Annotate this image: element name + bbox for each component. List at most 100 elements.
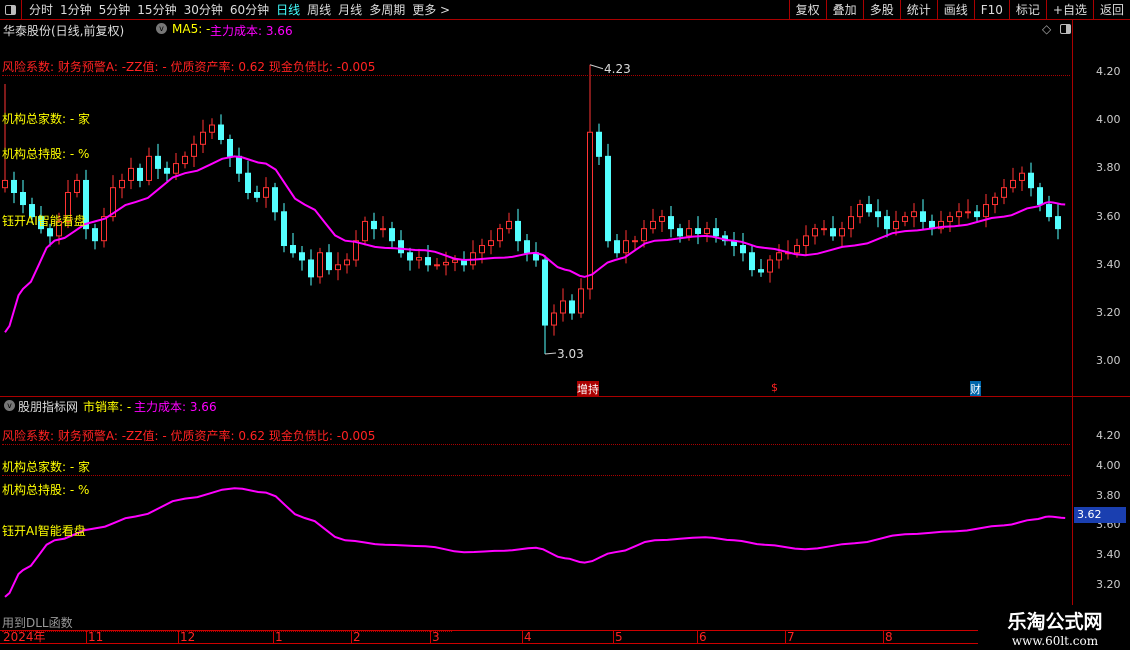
diamond-icon[interactable]: ◇	[1042, 22, 1051, 36]
candle-body	[857, 204, 863, 218]
candle-body	[191, 143, 197, 157]
candle-body	[407, 252, 413, 261]
candle-body	[218, 124, 224, 140]
candle-body	[596, 131, 602, 157]
candle-body	[488, 240, 494, 247]
candle-body	[506, 220, 512, 230]
candle-body	[668, 216, 674, 230]
candle-body	[992, 196, 998, 206]
pane-divider[interactable]	[0, 396, 1130, 397]
date-label: 7	[785, 630, 795, 644]
high-label: 4.23	[604, 62, 631, 76]
candle-body	[1001, 187, 1007, 198]
marker-dividend[interactable]: $	[771, 381, 778, 394]
candle-body	[281, 211, 287, 247]
candle-body	[362, 220, 368, 242]
date-label: 12	[178, 630, 196, 644]
candle-body	[947, 216, 953, 222]
candle-body	[911, 211, 917, 218]
chevron-down-icon[interactable]: v	[156, 23, 167, 34]
candle-body	[758, 269, 764, 273]
ma5-label: MA5: -	[172, 22, 211, 36]
candle-body	[830, 228, 836, 237]
candle-body	[398, 240, 404, 254]
axis-tick: 4.00	[1096, 458, 1121, 472]
candle-body	[650, 220, 656, 230]
risk-text: 风险系数: 财务预警A: -ZZ值: - 优质资产率: 0.62 现金负债比: …	[2, 58, 1070, 76]
candle-body	[254, 192, 260, 198]
candle-body	[920, 211, 926, 222]
candle-body	[614, 240, 620, 254]
chevron-down-icon[interactable]: v	[4, 400, 15, 411]
candle-body	[263, 187, 269, 198]
candle-body	[686, 228, 692, 237]
candle-body	[587, 131, 593, 290]
sub-cost-label: 主力成本: 3.66	[134, 400, 217, 414]
candle-body	[983, 204, 989, 218]
candle-body	[335, 264, 341, 271]
cost-label: 主力成本: 3.66	[210, 24, 293, 38]
candle-body	[47, 228, 53, 237]
candle-body	[839, 228, 845, 237]
marker-increase[interactable]: 增持	[577, 381, 599, 397]
price-axis-line	[1072, 20, 1073, 630]
candle-body	[119, 179, 125, 189]
kline-chart[interactable]	[0, 0, 1130, 650]
candle-body	[704, 228, 710, 234]
date-axis: 2024年 11 12 1 2 3 4 5 6 7 8	[0, 630, 978, 644]
candle-body	[479, 245, 485, 254]
candle-body	[632, 240, 638, 243]
candle-body	[551, 312, 557, 326]
candle-body	[290, 245, 296, 254]
axis-tick: 3.80	[1096, 488, 1121, 502]
marker-finance[interactable]: 财	[970, 381, 981, 397]
watermark-name: 乐淘公式网	[1007, 611, 1103, 633]
candle-body	[452, 259, 458, 263]
date-label: 11	[86, 630, 104, 644]
indicator-title[interactable]: 股朋指标网	[18, 398, 78, 415]
candle-body	[155, 155, 161, 169]
candle-body	[569, 300, 575, 314]
candle-body	[497, 228, 503, 242]
sub-ai-label[interactable]: 钰开AI智能看盘	[2, 522, 86, 539]
ps-label: 市销率: -	[83, 400, 132, 414]
candle-body	[344, 259, 350, 266]
candle-body	[434, 264, 440, 267]
candle-body	[353, 240, 359, 261]
candle-body	[560, 300, 566, 314]
inst-count: 机构总家数: - 家	[2, 112, 91, 126]
candle-body	[2, 179, 8, 189]
axis-tick: 3.00	[1096, 354, 1121, 368]
candle-body	[146, 155, 152, 181]
candle-body	[578, 288, 584, 314]
sub-cost-line	[4, 487, 1066, 598]
low-label: 3.03	[557, 347, 584, 361]
candle-body	[695, 228, 701, 234]
candle-body	[128, 167, 134, 181]
candle-body	[425, 257, 431, 266]
candle-body	[803, 235, 809, 247]
axis-tick: 3.20	[1096, 578, 1121, 591]
panel-toggle-icon[interactable]	[1060, 24, 1071, 34]
axis-tick: 4.20	[1096, 429, 1121, 442]
candle-body	[299, 252, 305, 261]
candle-body	[956, 211, 962, 218]
candle-body	[605, 155, 611, 242]
date-label: 4	[522, 630, 532, 644]
axis-tick: 4.00	[1096, 113, 1121, 127]
candle-body	[272, 187, 278, 213]
date-label: 3	[430, 630, 440, 644]
candle-body	[524, 240, 530, 254]
axis-tick: 3.40	[1096, 548, 1121, 562]
date-label: 2	[351, 630, 361, 644]
sub-inst-count: 机构总家数: - 家	[2, 458, 1070, 476]
current-value-badge: 3.62	[1074, 507, 1126, 523]
candle-body	[965, 211, 971, 214]
watermark: 乐淘公式网 www.60lt.com	[980, 605, 1130, 650]
candle-body	[875, 211, 881, 218]
ai-label[interactable]: 钰开AI智能看盘	[2, 212, 86, 229]
axis-tick: 3.40	[1096, 257, 1121, 271]
candle-body	[848, 216, 854, 230]
candle-body	[209, 124, 215, 133]
candle-body	[515, 220, 521, 242]
